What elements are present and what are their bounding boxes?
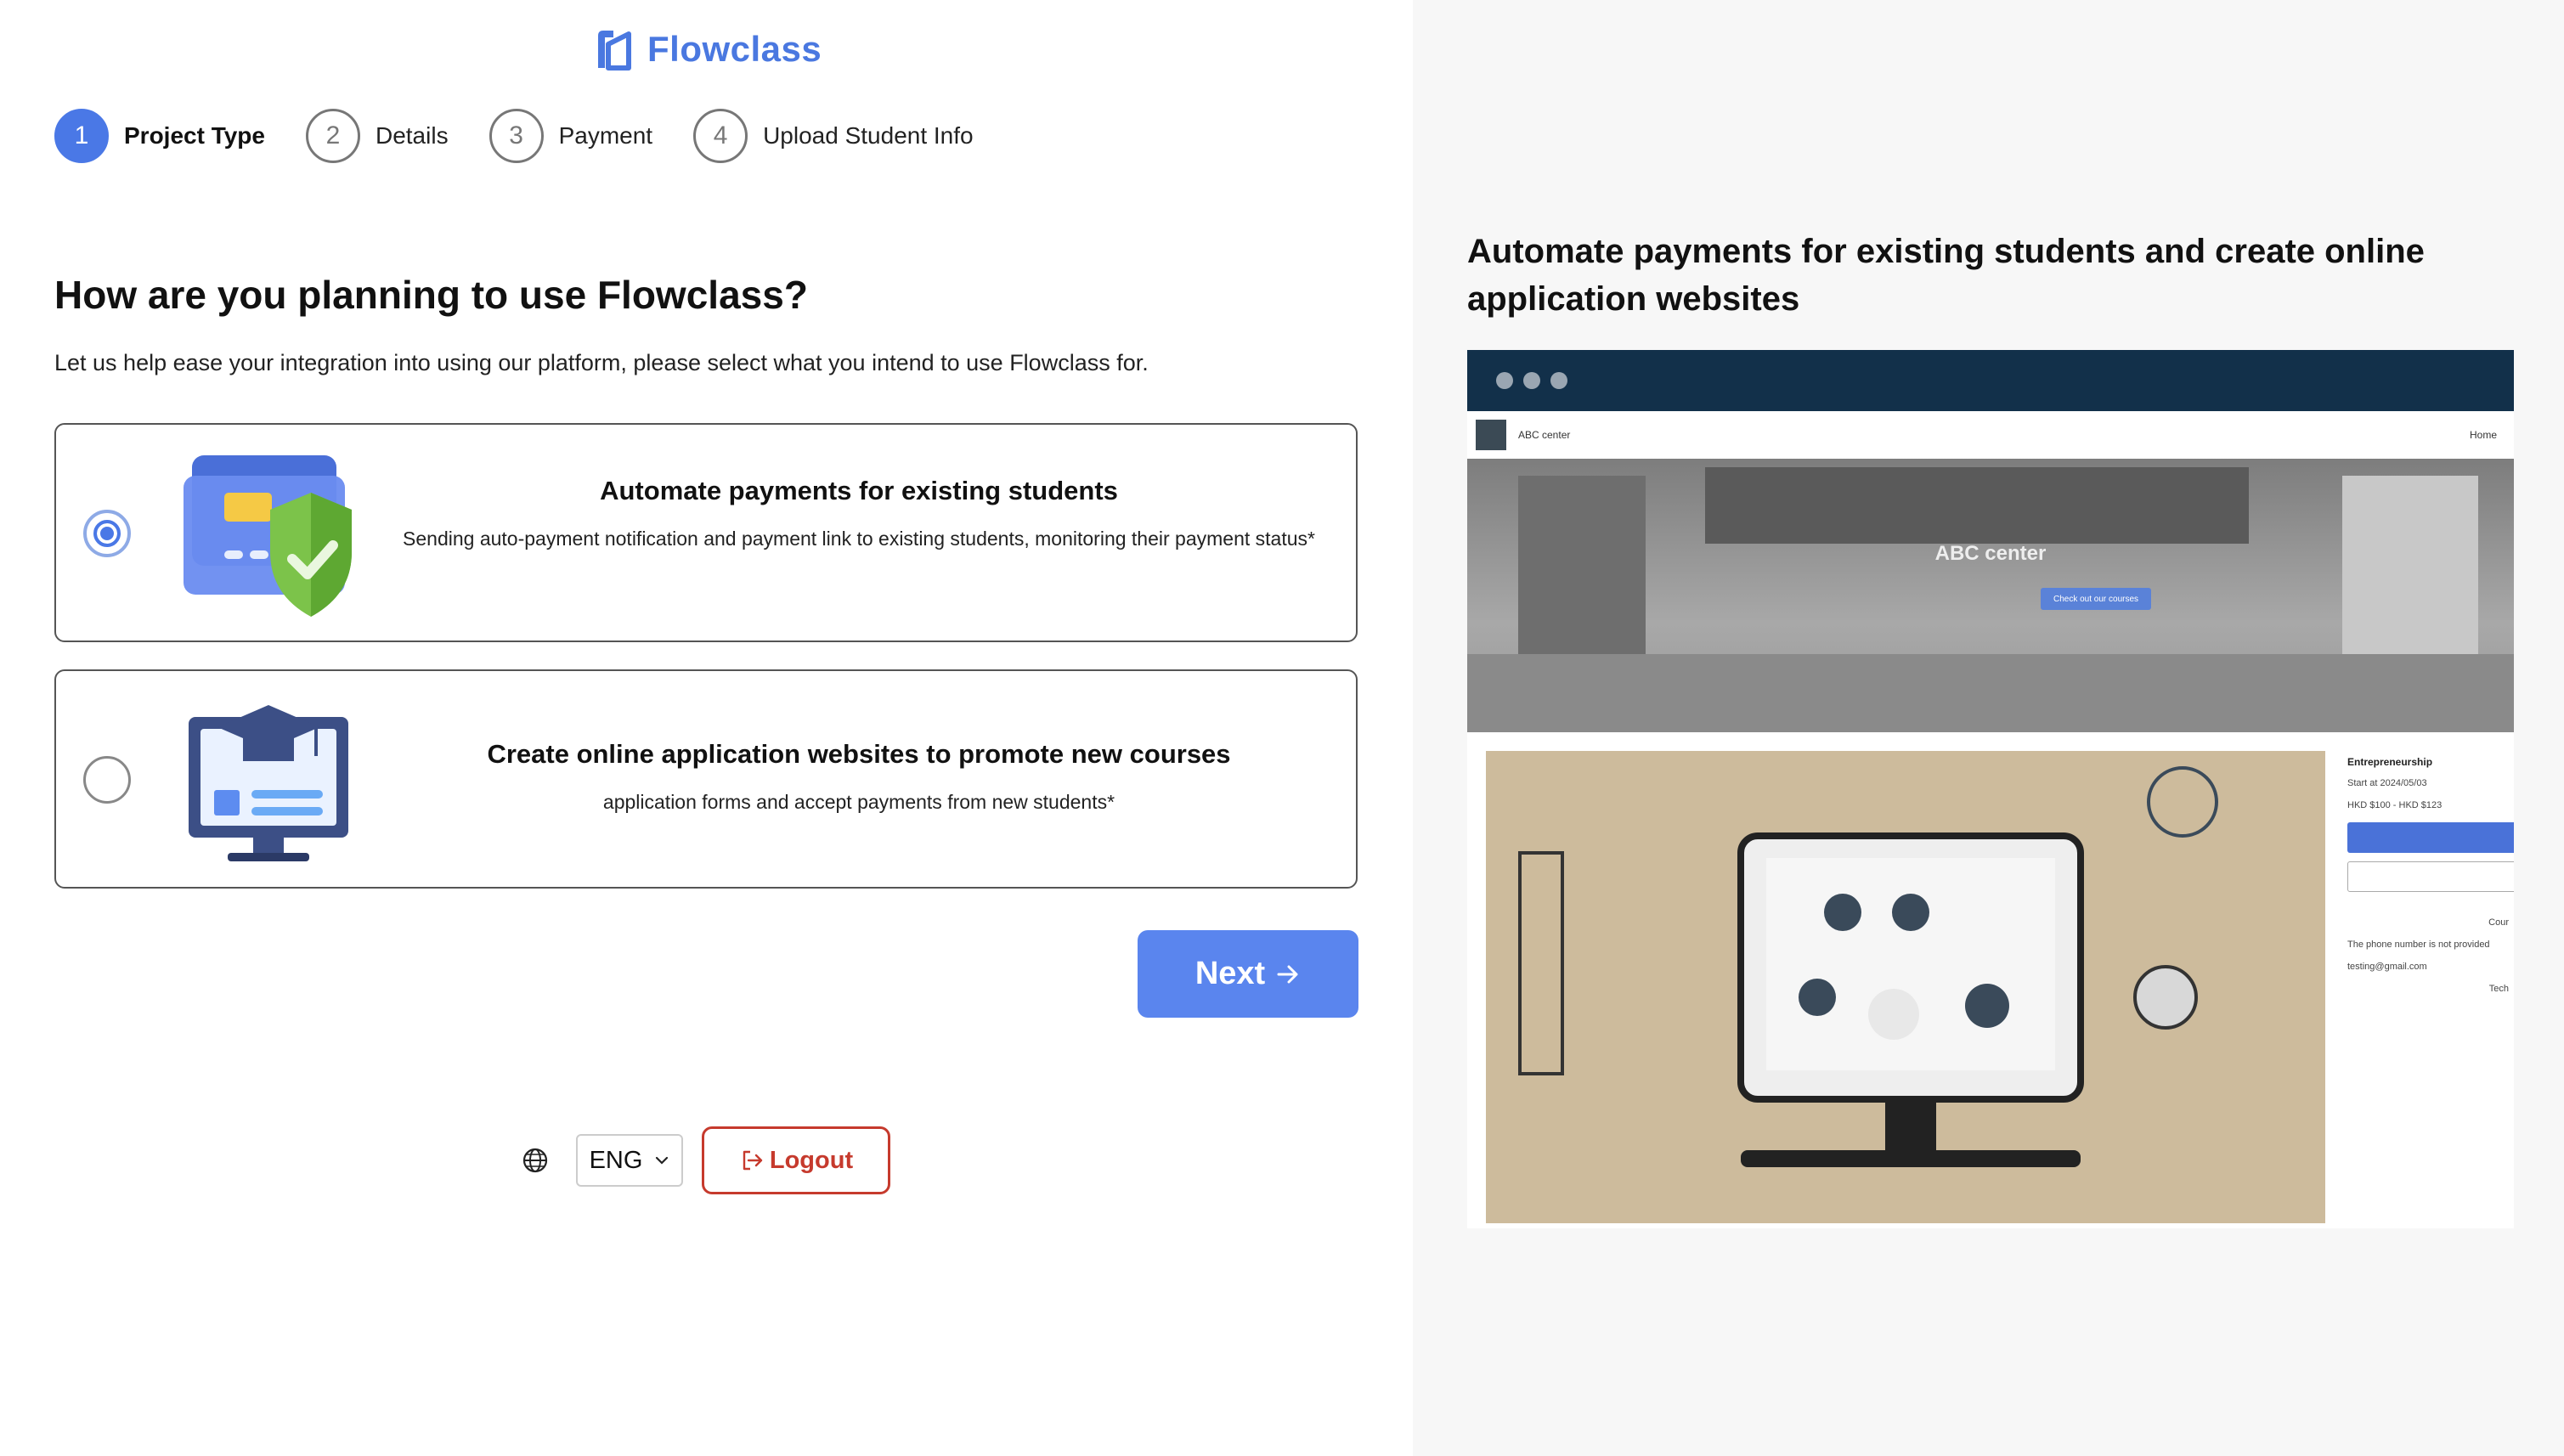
course-select [2347,861,2514,892]
site-logo-icon [1476,420,1506,450]
option-radio-selected[interactable] [83,510,131,557]
logout-icon [743,1150,763,1171]
step-number: 2 [305,109,360,163]
step-project-type[interactable]: 1 Project Type [54,109,265,163]
language-select[interactable]: ENG [576,1134,683,1187]
option-radio[interactable] [83,756,131,804]
phone-note: The phone number is not provided [2347,940,2490,950]
tech-label: Tech [2488,984,2509,994]
arrow-right-icon [1277,965,1298,983]
site-hero-button: Check out our courses [2041,588,2151,610]
browser-toolbar [1467,350,2514,411]
option-title: Create online application websites to pr… [487,739,1231,769]
step-payment[interactable]: 3 Payment [489,109,653,163]
brand-name: Flowclass [647,29,822,69]
preview-panel: Automate payments for existing students … [1413,0,2564,1456]
option-description: Sending auto-payment notification and pa… [403,528,1315,550]
course-sidebar: Entrepreneurship Start at 2024/05/03 HKD… [2342,751,2514,1074]
monitor-illustration-icon [1518,766,2218,1167]
option-title: Automate payments for existing students [600,476,1118,505]
window-dot-icon [1496,372,1513,389]
payment-shield-icon [184,455,352,617]
monitor-graduation-icon [189,705,348,861]
page-subtitle: Let us help ease your integration into u… [54,350,1149,375]
page-title: How are you planning to use Flowclass? [54,273,808,317]
chevron-down-icon [656,1156,669,1165]
step-label: Details [375,122,449,149]
option-automate-payments[interactable]: Automate payments for existing students … [54,423,1358,642]
course-price: HKD $100 - HKD $123 [2347,800,2443,810]
site-hero-image: ABC center Check out our courses [1467,459,2514,732]
step-label: Upload Student Info [763,122,974,149]
site-brand: ABC center [1518,429,1571,441]
stepper: 1 Project Type 2 Details 3 Payment 4 Upl… [54,109,1014,163]
course-title: Entrepreneurship [2347,756,2433,768]
step-label: Payment [558,122,653,149]
logout-label: Logout [769,1146,854,1174]
step-number: 3 [489,109,544,163]
language-value: ENG [589,1146,643,1174]
course-start: Start at 2024/05/03 [2347,778,2427,788]
step-number: 1 [54,109,109,163]
window-dot-icon [1523,372,1540,389]
course-label: Cour [2488,917,2509,928]
step-upload-student-info[interactable]: 4 Upload Student Info [693,109,974,163]
logout-button[interactable]: Logout [702,1126,890,1194]
option-text: Automate payments for existing students … [396,476,1322,556]
preview-title: Automate payments for existing students … [1467,233,2425,318]
step-number: 4 [693,109,748,163]
step-details[interactable]: 2 Details [305,109,449,163]
next-label: Next [1194,956,1266,991]
footer-controls: ENG Logout [520,1126,890,1194]
option-create-websites[interactable]: Create online application websites to pr… [54,669,1358,889]
option-description: application forms and accept payments fr… [602,791,1115,813]
window-dot-icon [1550,372,1567,389]
site-navbar: ABC center Home [1467,411,2514,459]
onboarding-panel: Flowclass 1 Project Type 2 Details 3 Pay… [0,0,1413,1456]
contact-email: testing@gmail.com [2347,962,2427,972]
course-apply-button [2347,822,2514,853]
globe-icon [522,1148,548,1173]
option-text: Create online application websites to pr… [396,739,1322,819]
next-button[interactable]: Next [1138,930,1358,1018]
classroom-image [1467,467,2514,732]
course-illustration [1486,751,2325,1223]
site-hero-title: ABC center [1934,542,2047,565]
flowclass-logo-icon [598,31,631,71]
site-nav-home: Home [2469,429,2497,441]
flowclass-logo: Flowclass [595,25,822,73]
website-preview: ABC center Home ABC center Check out our… [1467,350,2514,1228]
step-label: Project Type [124,122,265,149]
